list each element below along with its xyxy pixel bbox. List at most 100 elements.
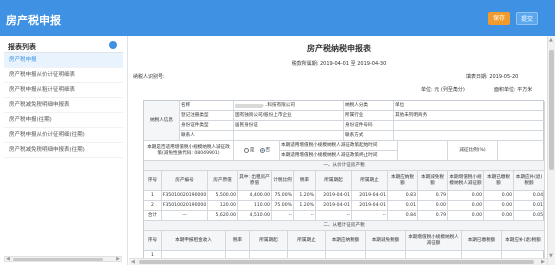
value-table-cell[interactable]: 0.00 [418, 201, 448, 211]
value-table-header-cell: 序号 [144, 171, 162, 191]
scroll-right-icon[interactable]: ▶ [541, 260, 545, 265]
value-table-cell[interactable]: 1.20% [294, 201, 316, 211]
value-table-cell[interactable]: 75.00% [272, 191, 294, 201]
value-table-header-cell: 本期应补(退)税额 [514, 171, 545, 191]
save-button[interactable]: 保存 [488, 12, 510, 25]
value-table-cell[interactable]: 0.00 [484, 191, 514, 201]
rent-table-header-cell: 本期应纳税额 [326, 231, 366, 251]
value-table-cell[interactable]: 4,400.00 [238, 191, 272, 201]
value-table-header-cell: 计税比例 [272, 171, 294, 191]
sidebar-horizontal-scrollbar[interactable]: ◀ ▶ [4, 256, 122, 262]
value-table-cell[interactable]: 0.00 [448, 191, 484, 201]
horizontal-scrollbar[interactable]: ◀ ▶ [129, 258, 547, 265]
vertical-scrollbar[interactable]: ▲ ▼ [547, 36, 555, 265]
value-table-header-cell: 房产编号 [162, 171, 208, 191]
value-table-cell[interactable]: 0.01 [388, 201, 418, 211]
relief-date-inputs[interactable] [398, 141, 448, 161]
value-table-cell: 0.05 [514, 211, 545, 221]
amount-unit: 单位: 元 (列至角分) [421, 87, 465, 93]
fill-date-label: 填表日期: [466, 74, 488, 80]
tax-return-table: 纳税人信息 名称 ...科技有限公司 纳税人分类 单位 登记注册类型 国有独资公… [143, 100, 545, 265]
id-no-label: 身份证件号码 [344, 121, 394, 131]
value-table-cell[interactable]: 2019-04-01 [316, 191, 352, 201]
value-table-cell[interactable]: 110.00 [238, 201, 272, 211]
sidebar-item-past-period[interactable]: 房产税申报(往期) [4, 113, 123, 128]
phone-value [394, 131, 545, 141]
fill-date-value: 2019-05-20 [489, 74, 519, 80]
value-table-cell: 合计 [144, 211, 162, 221]
sidebar-item-past-value-detail[interactable]: 房产税申报从价计征明细(往期) [4, 128, 123, 143]
sidebar-item-property-tax[interactable]: 房产税申报 [4, 53, 123, 68]
relief-start-label: 本期适用增值税小规模纳税人减征政策起始时间 [280, 141, 398, 151]
value-table-cell: -- [272, 211, 294, 221]
value-table-cell[interactable]: 75.00% [272, 201, 294, 211]
scrollbar-thumb[interactable] [549, 50, 554, 170]
id-no-value [394, 121, 545, 131]
value-table-cell[interactable]: 2019-04-01 [316, 201, 352, 211]
value-table-cell[interactable]: 120.00 [208, 201, 238, 211]
type-value: 单位 [394, 101, 545, 111]
name-label: 名称 [180, 101, 234, 111]
redacted-text [235, 103, 263, 108]
sidebar-item-past-relief-detail[interactable]: 房产税减免税明细申报表(往期) [4, 143, 123, 158]
value-table-cell[interactable]: 0.83 [388, 191, 418, 201]
phone-label: 联系方式 [344, 131, 394, 141]
area-unit: 面积单位: 平方米 [494, 87, 533, 93]
value-table-cell[interactable]: 0.79 [418, 191, 448, 201]
rent-table-header-cell: 本期已缴税额 [462, 231, 502, 251]
collapse-icon[interactable] [109, 41, 117, 49]
app-title: 房产税申报 [6, 14, 61, 27]
value-table-cell: -- [316, 211, 352, 221]
scrollbar-thumb[interactable] [139, 260, 534, 264]
section2-heading: 二、从租计征房产税 [144, 221, 545, 231]
value-table-cell: 0.84 [388, 211, 418, 221]
value-table-cell[interactable]: 1.20% [294, 191, 316, 201]
relief-no-radio[interactable] [259, 148, 265, 153]
value-table-header-cell: 本期增值税小规模纳税人减征额 [448, 171, 484, 191]
submit-button[interactable]: 提交 [516, 12, 538, 25]
sidebar-item-relief-detail[interactable]: 房产税减免税明细申报表 [4, 98, 123, 113]
period-separator: 至 [350, 61, 356, 67]
value-table-cell[interactable]: F35010020190000 [162, 191, 208, 201]
industry-label: 所属行业 [344, 111, 394, 121]
sidebar-header: 报表列表 [4, 39, 123, 53]
value-table-cell[interactable]: 0.01 [514, 201, 545, 211]
relief-yes-radio[interactable] [243, 148, 249, 153]
form-panel: 房产税纳税申报表 税款所属期: 2019-04-01 至 2019-04-30 … [129, 36, 555, 265]
scroll-left-icon[interactable]: ◀ [131, 260, 135, 265]
id-type-value: 居民身份证 [234, 121, 344, 131]
value-table-cell[interactable]: 2019-04-01 [352, 201, 388, 211]
rent-table-header-cell: 本期增值税小规模纳税人减征额 [406, 231, 462, 251]
value-table-cell[interactable]: 0.00 [448, 201, 484, 211]
taxpayer-info-label: 纳税人信息 [144, 101, 180, 141]
reg-type-value: 国有独资公司/股份上市企业 [234, 111, 344, 121]
value-table-cell[interactable]: 0.04 [514, 191, 545, 201]
scroll-up-icon[interactable]: ▲ [549, 38, 553, 43]
period-label: 税款所属期: [291, 61, 319, 67]
value-table-cell: --- [162, 211, 208, 221]
fill-date: 填表日期: 2019-05-20 [466, 73, 518, 80]
value-table-cell[interactable]: 0.00 [484, 201, 514, 211]
relief-ratio-value[interactable] [498, 141, 545, 161]
type-label: 纳税人分类 [344, 101, 394, 111]
value-table-header-cell: 房产原值 [208, 171, 238, 191]
sidebar-item-rent-detail[interactable]: 房产税申报从租计征明细表 [4, 83, 123, 98]
scroll-down-icon[interactable]: ▼ [549, 254, 553, 259]
value-table-cell[interactable]: F35010020190000 [162, 201, 208, 211]
reg-type-label: 登记注册类型 [180, 111, 234, 121]
name-value: ...科技有限公司 [234, 101, 344, 111]
value-table-header-cell: 其中: 出租房产原值 [238, 171, 272, 191]
value-table-cell: 0.00 [484, 211, 514, 221]
value-table-cell[interactable]: 5,500.00 [208, 191, 238, 201]
section1-heading: 一、从价计征房产税 [144, 161, 545, 171]
scrollbar-thumb[interactable] [13, 258, 103, 261]
scroll-right-icon[interactable]: ▶ [116, 257, 120, 262]
form-title: 房产税纳税申报表 [307, 44, 371, 53]
sidebar-item-value-detail[interactable]: 房产税申报从价计征明细表 [4, 68, 123, 83]
scroll-left-icon[interactable]: ◀ [6, 257, 10, 262]
value-table-cell[interactable]: 2019-04-01 [352, 191, 388, 201]
relief-radio-group: 是 否 [234, 141, 280, 161]
contact-label: 联系人 [180, 131, 234, 141]
app-header: 房产税申报 保存 提交 [0, 0, 555, 36]
tax-period: 税款所属期: 2019-04-01 至 2019-04-30 [129, 60, 549, 67]
